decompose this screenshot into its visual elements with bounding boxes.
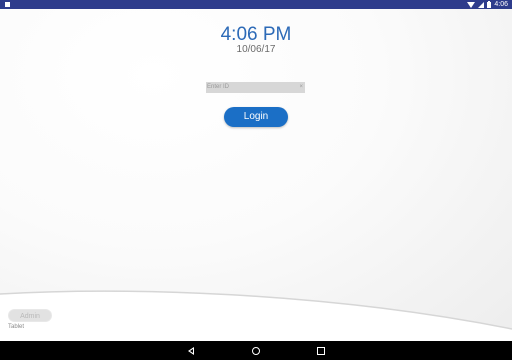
back-icon[interactable] bbox=[188, 347, 194, 355]
login-screen: 4:06 PM 10/06/17 Enter ID × Login Admin … bbox=[0, 9, 512, 341]
battery-icon bbox=[487, 0, 492, 8]
navigation-bar bbox=[0, 341, 512, 360]
id-input[interactable]: Enter ID × bbox=[206, 82, 305, 93]
signal-icon bbox=[478, 1, 485, 8]
home-icon[interactable] bbox=[252, 347, 260, 355]
clock-time: 4:06 PM bbox=[220, 24, 292, 45]
device-label: Tablet bbox=[8, 324, 25, 330]
login-button[interactable]: Login bbox=[224, 107, 288, 127]
status-time: 4:06 bbox=[494, 1, 508, 8]
wifi-icon bbox=[467, 1, 476, 8]
clear-icon[interactable]: × bbox=[299, 82, 303, 93]
background-wave bbox=[0, 290, 512, 341]
status-bar: 4:06 bbox=[0, 0, 512, 9]
notification-icon bbox=[5, 2, 10, 7]
recent-apps-icon[interactable] bbox=[317, 347, 325, 355]
id-input-placeholder: Enter ID bbox=[207, 84, 230, 90]
status-icons: 4:06 bbox=[467, 0, 508, 9]
clock-date: 10/06/17 bbox=[236, 44, 276, 55]
admin-button[interactable]: Admin bbox=[8, 309, 52, 322]
